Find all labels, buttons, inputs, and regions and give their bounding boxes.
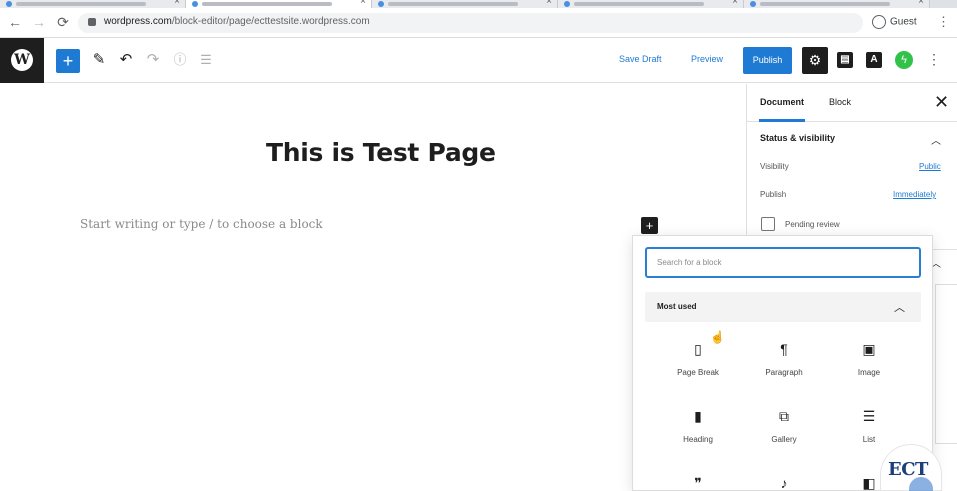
block-item-label: Paragraph (765, 368, 803, 377)
pending-review-checkbox[interactable] (761, 217, 775, 231)
block-item-label: Gallery (771, 435, 797, 444)
block-item-quote[interactable]: ❞ (655, 472, 741, 491)
block-item-list[interactable]: ☰ List (826, 405, 912, 444)
add-block-button[interactable]: + (56, 49, 80, 73)
profile-button[interactable]: Guest (872, 15, 917, 29)
browser-tab[interactable]: × (744, 0, 930, 8)
block-item-paragraph[interactable]: ¶ Paragraph (741, 338, 827, 377)
astra-icon[interactable]: A (866, 52, 882, 68)
publish-label: Publish (760, 190, 787, 199)
block-item-audio[interactable]: ♪ (741, 472, 827, 491)
visibility-link[interactable]: Public (919, 162, 941, 171)
image-icon: ▣ (862, 341, 876, 357)
paragraph-icon: ¶ (780, 341, 788, 357)
block-item-label: Page Break (677, 368, 719, 377)
inline-add-block-icon[interactable]: + (641, 217, 658, 234)
audio-icon: ♪ (780, 475, 788, 491)
block-item-image[interactable]: ▣ Image (826, 338, 912, 377)
block-search-field[interactable] (645, 247, 921, 278)
browser-tab-strip: × × × × × (0, 0, 957, 8)
tab-document[interactable]: Document (758, 97, 806, 122)
publish-button[interactable]: Publish (743, 47, 792, 74)
block-item-label: List (862, 435, 876, 444)
wordpress-logo-button[interactable]: W (0, 38, 44, 83)
heading-icon: ▮ (694, 408, 702, 424)
editor-toolbar: W + ✎ ↶ ↷ ⓘ ☰ Save Draft Preview Publish… (0, 38, 957, 83)
jetpack-bolt-icon[interactable]: ϟ (895, 51, 913, 69)
avatar-icon (872, 15, 886, 29)
most-used-label: Most used (657, 302, 697, 311)
outline-icon[interactable]: ☰ (196, 50, 216, 70)
block-nav-icon[interactable]: ▤ (837, 52, 853, 68)
block-item-gallery[interactable]: ⧉ Gallery (741, 405, 827, 444)
block-search-input[interactable] (647, 249, 919, 276)
chevron-up-icon[interactable]: ︿ (931, 132, 941, 147)
gallery-icon: ⧉ (779, 408, 789, 424)
lock-icon (88, 18, 96, 26)
reload-icon[interactable]: ⟳ (54, 14, 72, 31)
more-options-icon[interactable]: ⋮ (927, 51, 941, 68)
close-sidebar-icon[interactable]: ✕ (934, 92, 949, 113)
block-item-label: Image (857, 368, 881, 377)
url-field[interactable]: wordpress.com/block-editor/page/ecttests… (78, 13, 863, 33)
sidebar-panel-box (935, 284, 957, 444)
block-item-label: Heading (683, 435, 713, 444)
paragraph-placeholder[interactable]: Start writing or type / to choose a bloc… (80, 217, 323, 231)
wordpress-logo-icon: W (11, 49, 33, 71)
forward-icon[interactable]: → (30, 14, 48, 30)
browser-tab-active[interactable]: × (186, 0, 372, 8)
watermark-globe-icon (909, 477, 933, 491)
browser-tab[interactable]: × (558, 0, 744, 8)
back-icon[interactable]: ← (6, 14, 24, 30)
redo-icon[interactable]: ↷ (143, 50, 163, 70)
page-title[interactable]: This is Test Page (266, 138, 496, 167)
pending-review-label: Pending review (785, 220, 840, 229)
browser-address-bar: ← → ⟳ wordpress.com/block-editor/page/ec… (0, 8, 957, 38)
preview-button[interactable]: Preview (691, 54, 723, 64)
browser-menu-icon[interactable]: ⋮ (937, 14, 950, 30)
browser-tab[interactable]: × (372, 0, 558, 8)
profile-label: Guest (890, 16, 917, 28)
settings-gear-icon[interactable]: ⚙ (802, 47, 828, 74)
url-path: /block-editor/page/ecttestsite.wordpress… (171, 16, 370, 27)
publish-date-link[interactable]: Immediately (893, 190, 936, 199)
edit-mode-icon[interactable]: ✎ (89, 50, 109, 70)
status-visibility-panel-title[interactable]: Status & visibility (760, 133, 835, 143)
url-host: wordpress.com (104, 16, 172, 27)
url-text: wordpress.com/block-editor/page/ecttests… (104, 16, 370, 27)
undo-icon[interactable]: ↶ (116, 50, 136, 70)
block-item-heading[interactable]: ▮ Heading (655, 405, 741, 444)
page-break-icon: ▯ (694, 341, 702, 357)
quote-icon: ❞ (694, 475, 702, 491)
block-item-page-break[interactable]: ▯ Page Break (655, 338, 741, 377)
browser-tab[interactable]: × (0, 0, 186, 8)
chevron-up-icon[interactable]: ︿ (894, 299, 905, 315)
visibility-label: Visibility (760, 162, 789, 171)
info-icon[interactable]: ⓘ (170, 50, 190, 70)
most-used-section-header[interactable]: Most used ︿ (645, 292, 921, 322)
mouse-pointer-icon: ☝ (710, 330, 725, 344)
sidebar-tabs: Document Block ✕ (747, 84, 957, 122)
tab-block[interactable]: Block (829, 97, 851, 107)
save-draft-button[interactable]: Save Draft (619, 54, 662, 64)
list-icon: ☰ (862, 408, 876, 424)
